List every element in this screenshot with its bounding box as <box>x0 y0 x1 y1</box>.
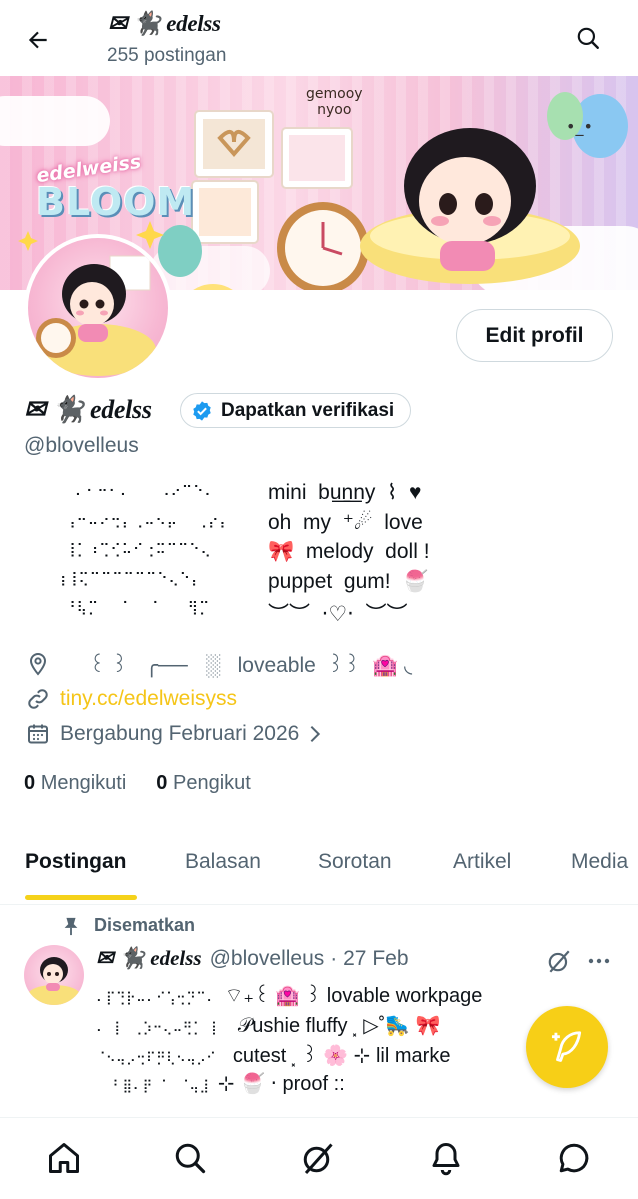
get-verified-button[interactable]: Dapatkan verifikasi <box>180 393 412 428</box>
profile-handle: @blovelleus <box>24 434 139 457</box>
link-icon <box>24 685 52 713</box>
top-bar: ✉ 🐈‍⬛ edelss 255 postingan <box>0 0 638 76</box>
get-verified-label: Dapatkan verifikasi <box>221 399 395 421</box>
profile-location: ꒰ ꒱ ╭── ░ loveable ꒱꒱ 🏩 ◟ <box>24 650 412 678</box>
pin-icon <box>64 917 78 935</box>
nav-messages[interactable] <box>552 1136 596 1180</box>
post-ascii-art: ⠃⣿⠄⡟ ⠁ ⠈⢤⣸ <box>96 1079 218 1094</box>
header-display-name: ✉ 🐈‍⬛ edelss <box>108 11 221 36</box>
post-ascii-art: ⠈⠢⢤⡠⢒⠏⡛⢇⠢⢤⡠⠊ <box>96 1051 233 1066</box>
bio-line: ︶︶ ‧♡‧ ︶︶ <box>268 603 408 626</box>
profile-name-row: ✉ 🐈‍⬛ edelss <box>24 392 152 428</box>
nav-grok[interactable] <box>296 1136 340 1180</box>
pinned-indicator: Disematkan <box>62 915 195 936</box>
post-grok-button[interactable] <box>544 946 574 976</box>
bio-line: oh my ⁺☄ love <box>268 511 423 534</box>
svg-text:•_•: •_• <box>566 117 593 137</box>
post-author-avatar[interactable] <box>24 945 84 1005</box>
post-text-line: ⠃⣿⠄⡟ ⠁ ⠈⢤⣸ ⊹ 🍧 ‧ proof :: <box>96 1071 345 1096</box>
post-text: ⌔₊꒰ 🏩 ꒱ lovable workpage <box>224 985 483 1007</box>
bio-ascii-art: ⠄⠂⠒⠂⠄ ⠠⠔⠉⠑⠄ ⢠⠒⠤⠔⢒⡄⢀⠤⠢⡤ ⢀⡔⡄ ⢸⡁⠰⢉⢊⠥⠊⢐⠭⠉⠉⠑⢄… <box>56 484 231 616</box>
verified-badge-icon <box>193 400 211 421</box>
nav-home[interactable] <box>42 1136 86 1180</box>
bio-line: mini bu͟n͟ny ⌇ ♥ <box>268 481 422 504</box>
post-text: 𝒫ushie fluffy ⸼ ▷˚🛼 🎀 <box>237 1015 441 1037</box>
grok-icon <box>548 950 570 973</box>
tab-highlights[interactable]: Sorotan <box>318 850 392 874</box>
followers-count: 0 <box>156 772 168 794</box>
post-header: ✉ 🐈‍⬛ edelss @blovelleus · 27 Feb <box>96 946 409 971</box>
active-tab-indicator <box>25 895 137 900</box>
banner-artist-tag-line-2: nyoo <box>317 102 352 118</box>
bio-line: puppet gum! 🍧 <box>268 570 429 593</box>
compose-post-button[interactable] <box>526 1006 608 1088</box>
banner-artist-tag: gemooy nyoo <box>306 86 363 118</box>
post-more-button[interactable] <box>584 946 614 976</box>
banner-artist-tag-line-1: gemooy <box>306 86 363 102</box>
back-button[interactable] <box>18 20 58 60</box>
arrow-left-icon <box>28 31 47 49</box>
website-link[interactable]: tiny.cc/edelweisyss <box>60 687 237 711</box>
more-icon <box>588 958 610 964</box>
search-icon <box>577 27 599 49</box>
joined-text: Bergabung Februari 2026 <box>60 722 300 745</box>
following-count: 0 <box>24 772 36 794</box>
post-author-handle[interactable]: @blovelleus <box>210 947 325 971</box>
chevron-right-icon <box>307 723 323 745</box>
following-label: Mengikuti <box>40 772 127 794</box>
post-author-name[interactable]: ✉ 🐈‍⬛ edelss <box>96 946 202 971</box>
bottom-navigation <box>0 1117 638 1199</box>
home-icon <box>49 1143 79 1173</box>
header-post-count: 255 postingan <box>107 45 227 66</box>
post-ascii-art: ⠄ ⡇ ⢀⡱⠒⢄⠤⢛⡁ ⡇ <box>96 1021 238 1036</box>
tab-media[interactable]: Media <box>571 850 628 874</box>
avatar-illustration <box>28 957 80 1005</box>
grok-icon <box>303 1143 333 1175</box>
avatar-illustration <box>36 255 156 376</box>
profile-website: tiny.cc/edelweisyss <box>24 685 237 713</box>
tab-articles[interactable]: Artikel <box>453 850 511 874</box>
header-search-button[interactable] <box>566 18 610 58</box>
search-icon <box>175 1143 206 1174</box>
post-date[interactable]: · 27 Feb <box>330 947 408 971</box>
tab-posts[interactable]: Postingan <box>25 850 127 874</box>
post-text-line: ⠈⠢⢤⡠⢒⠏⡛⢇⠢⢤⡠⠊ cutest ⸼ ꒱ 🌸 ⊹ lil marke <box>96 1041 450 1068</box>
post-text: ⊹ 🍧 ‧ proof :: <box>217 1073 345 1095</box>
follow-stats: 0 Mengikuti 0 Pengikut <box>24 772 251 795</box>
following-link[interactable]: 0 Mengikuti <box>24 772 126 795</box>
pinned-label: Disematkan <box>94 915 196 935</box>
post-text-line: ⠄ ⡇ ⢀⡱⠒⢄⠤⢛⡁ ⡇ 𝒫ushie fluffy ⸼ ▷˚🛼 🎀 <box>96 1011 441 1038</box>
post-ascii-art: ⠄⡏⢙⡗⠤⠄⠊⢡⢒⡙⠉⠄ <box>96 991 225 1006</box>
messages-icon <box>559 1143 589 1173</box>
profile-avatar[interactable] <box>24 234 172 382</box>
tab-replies[interactable]: Balasan <box>185 850 261 874</box>
nav-search[interactable] <box>168 1136 212 1180</box>
followers-link[interactable]: 0 Pengikut <box>156 772 251 795</box>
followers-label: Pengikut <box>172 772 251 794</box>
post-text-line: ⠄⡏⢙⡗⠤⠄⠊⢡⢒⡙⠉⠄ ⌔₊꒰ 🏩 ꒱ lovable workpage <box>96 981 482 1008</box>
location-text: ꒰ ꒱ ╭── ░ loveable ꒱꒱ 🏩 ◟ <box>60 654 413 677</box>
post-text: cutest ⸼ ꒱ 🌸 ⊹ lil marke <box>232 1045 451 1067</box>
nav-notifications[interactable] <box>424 1136 468 1180</box>
notifications-bell-icon <box>432 1143 460 1176</box>
bio-line: 🎀 melody doll ! <box>268 540 430 563</box>
location-pin-icon <box>24 650 52 678</box>
edit-profile-button[interactable]: Edit profil <box>456 309 613 362</box>
calendar-icon <box>24 720 52 748</box>
profile-joined-date[interactable]: Bergabung Februari 2026 <box>24 720 323 748</box>
compose-feather-icon <box>551 1031 582 1062</box>
banner-logo-bottom: BLOOM <box>36 180 196 224</box>
profile-display-name: ✉ 🐈‍⬛ edelss <box>24 395 152 424</box>
profile-tabs: Postingan Balasan Sorotan Artikel Media <box>0 830 638 905</box>
